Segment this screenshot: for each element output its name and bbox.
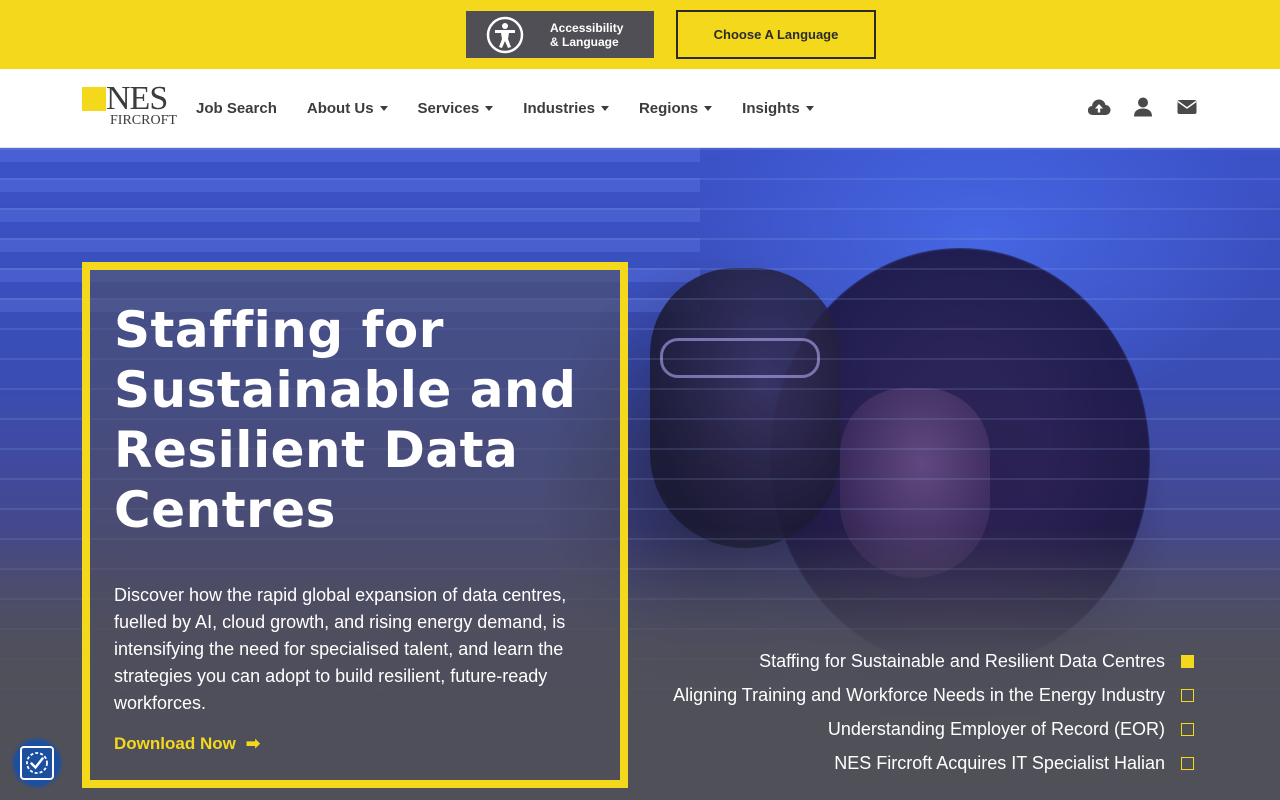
nav-item-services[interactable]: Services — [418, 100, 494, 117]
logo-square — [82, 87, 106, 111]
envelope-icon[interactable] — [1174, 95, 1200, 119]
chevron-down-icon — [600, 105, 609, 111]
nav-item-regions[interactable]: Regions — [639, 100, 713, 117]
slide-indicator — [1181, 756, 1194, 770]
accessibility-language-button[interactable]: Accessibility & Language — [466, 11, 654, 58]
nav-menu: Job Search About Us Services Industries … — [196, 69, 844, 147]
slide-indicator-active — [1181, 654, 1194, 668]
top-utility-bar: Accessibility & Language Choose A Langua… — [0, 0, 1280, 69]
hero-slide-navigation: Staffing for Sustainable and Resilient D… — [673, 644, 1194, 780]
slide-indicator — [1181, 688, 1194, 702]
chevron-down-icon — [704, 105, 713, 111]
accessibility-widget-button[interactable] — [14, 740, 60, 786]
slide-nav-item[interactable]: Understanding Employer of Record (EOR) — [673, 712, 1194, 746]
nes-fircroft-logo[interactable]: NES FIRCROFT — [82, 81, 182, 131]
logo-nes-text: NES — [106, 80, 168, 117]
slide-nav-item[interactable]: Aligning Training and Workforce Needs in… — [673, 678, 1194, 712]
slide-nav-item[interactable]: Staffing for Sustainable and Resilient D… — [673, 644, 1194, 678]
slide-nav-item[interactable]: NES Fircroft Acquires IT Specialist Hali… — [673, 746, 1194, 780]
accessibility-label: Accessibility & Language — [550, 20, 624, 49]
cloud-upload-icon[interactable] — [1086, 95, 1112, 119]
hero-description: Discover how the rapid global expansion … — [114, 585, 567, 713]
chevron-down-icon — [379, 105, 388, 111]
chevron-down-icon — [805, 105, 814, 111]
accessibility-icon — [486, 16, 524, 54]
logo-fircroft-text: FIRCROFT — [110, 113, 177, 128]
accessibility-check-icon — [20, 746, 54, 780]
chevron-down-icon — [485, 105, 494, 111]
hero-banner: Staffing for Sustainable and Resilient D… — [0, 148, 1280, 800]
nav-item-about-us[interactable]: About Us — [307, 100, 388, 117]
slide-indicator — [1181, 722, 1194, 736]
main-navigation: NES FIRCROFT Job Search About Us Service… — [0, 69, 1280, 148]
hero-title: Staffing for Sustainable and Resilient D… — [114, 301, 577, 539]
hero-promo-card: Staffing for Sustainable and Resilient D… — [82, 262, 628, 788]
nav-item-industries[interactable]: Industries — [523, 100, 609, 117]
download-now-link[interactable]: Download Now ➡ — [114, 734, 260, 754]
nav-utility-icons — [1068, 95, 1200, 119]
nav-item-insights[interactable]: Insights — [742, 100, 814, 117]
arrow-right-icon: ➡ — [245, 734, 261, 753]
user-icon[interactable] — [1130, 95, 1156, 119]
nav-item-job-search[interactable]: Job Search — [196, 100, 277, 117]
choose-language-button[interactable]: Choose A Language — [676, 10, 876, 59]
